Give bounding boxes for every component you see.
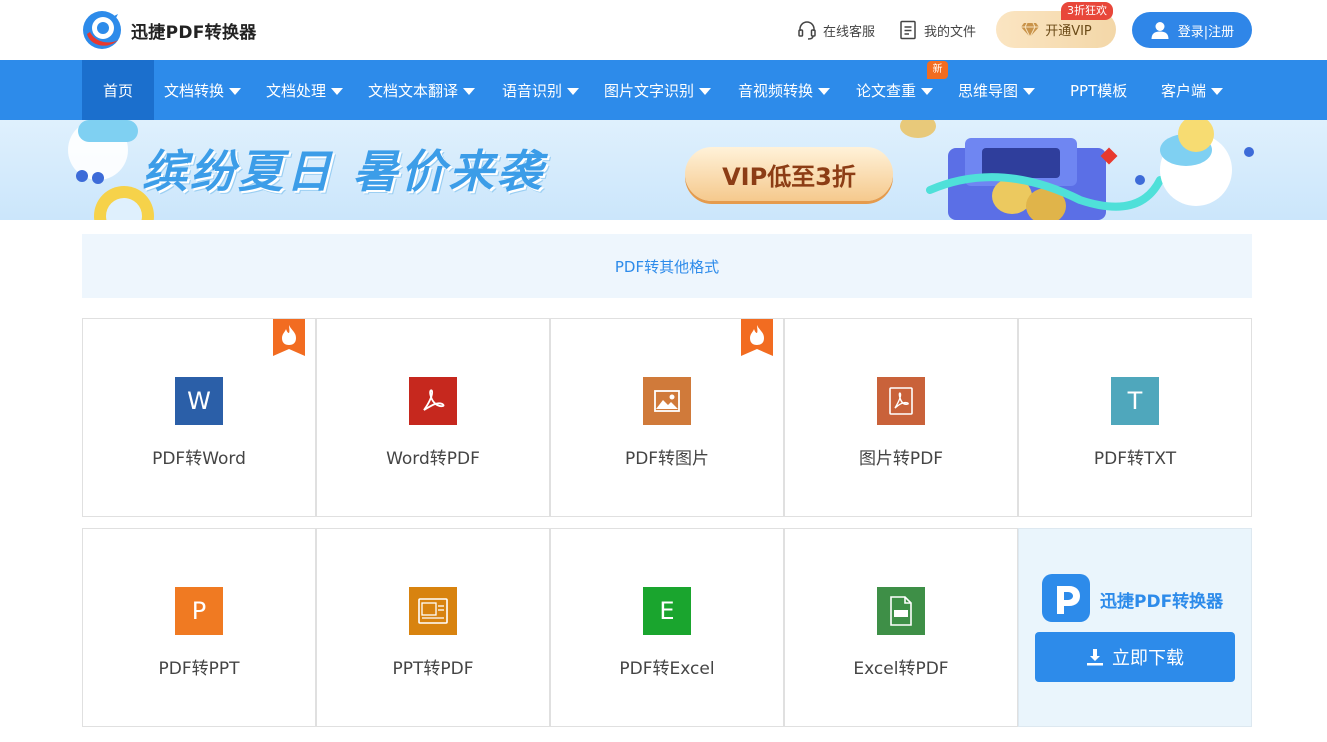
nav-item-mindmap[interactable]: 思维导图	[958, 60, 1036, 120]
download-card: 迅捷PDF转换器 立即下载	[1018, 528, 1252, 727]
promo-banner[interactable]: 缤纷夏日 暑价来袭	[0, 120, 1327, 220]
login-register-button[interactable]: 登录|注册	[1132, 12, 1252, 48]
login-register-label: 登录|注册	[1177, 24, 1235, 40]
vip-promo-badge: 3折狂欢	[1061, 2, 1113, 20]
download-now-label: 立即下载	[1112, 648, 1184, 669]
caret-down-icon	[921, 87, 934, 95]
tool-ppt-to-pdf[interactable]: PPT转PDF	[316, 528, 550, 727]
nav-item-label: 思维导图	[958, 81, 1019, 100]
online-service-label: 在线客服	[823, 24, 876, 40]
nav-item-plagiarism[interactable]: 论文查重	[856, 60, 934, 120]
file-icon	[900, 20, 916, 40]
banner-vip-pill[interactable]: VIP低至3折	[685, 147, 893, 201]
excel-pdf-icon	[877, 587, 925, 635]
hot-flame-icon	[273, 319, 305, 356]
nav-item-client[interactable]: 客户端	[1161, 60, 1224, 120]
tool-label: Word转PDF	[386, 449, 480, 469]
tool-image-to-pdf[interactable]: 图片转PDF	[784, 318, 1018, 517]
word-icon: W	[175, 377, 223, 425]
tool-excel-to-pdf[interactable]: Excel转PDF	[784, 528, 1018, 727]
txt-icon: T	[1111, 377, 1159, 425]
diamond-icon	[1021, 22, 1040, 38]
app-logo-icon	[1042, 574, 1090, 622]
logo-icon	[83, 11, 121, 49]
my-files-label: 我的文件	[924, 24, 977, 40]
top-header: 迅捷PDF转换器 在线客服 我的文件 开通VIP 3折狂欢 登录|注册	[0, 0, 1327, 60]
my-files-link[interactable]: 我的文件	[898, 18, 976, 42]
tool-word-to-pdf[interactable]: Word转PDF	[316, 318, 550, 517]
caret-down-icon	[463, 87, 476, 95]
nav-item-av-convert[interactable]: 音视频转换	[738, 60, 831, 120]
nav-item-doc-process[interactable]: 文档处理	[266, 60, 344, 120]
brand-name: 迅捷PDF转换器	[131, 22, 257, 43]
ppt-icon: P	[175, 587, 223, 635]
site-logo[interactable]: 迅捷PDF转换器	[82, 10, 257, 50]
user-icon	[1151, 22, 1169, 39]
tool-pdf-to-excel[interactable]: E PDF转Excel	[550, 528, 784, 727]
hot-flame-icon	[741, 319, 773, 356]
ppt-pdf-icon	[409, 587, 457, 635]
open-vip-label: 开通VIP	[1045, 24, 1092, 39]
caret-down-icon	[1023, 87, 1036, 95]
caret-down-icon	[229, 87, 242, 95]
download-icon	[1087, 649, 1103, 666]
new-badge: 新	[927, 61, 948, 79]
download-now-button[interactable]: 立即下载	[1035, 632, 1235, 682]
pdf-icon	[877, 377, 925, 425]
caret-down-icon	[567, 87, 580, 95]
image-icon	[643, 377, 691, 425]
tool-label: PDF转Word	[152, 449, 246, 469]
download-app-name: 迅捷PDF转换器	[1100, 592, 1224, 612]
category-title: PDF转其他格式	[614, 257, 720, 276]
caret-down-icon	[331, 87, 344, 95]
tool-pdf-to-ppt[interactable]: P PDF转PPT	[82, 528, 316, 727]
main-nav: 首页 文档转换 文档处理 文档文本翻译 语音识别 图片文字识别 音视频转换 论文…	[0, 60, 1327, 120]
caret-down-icon	[818, 87, 831, 95]
banner-headline: 缤纷夏日 暑价来袭	[142, 145, 545, 198]
nav-item-label: 文档转换	[164, 81, 225, 100]
nav-item-label: 图片文字识别	[604, 81, 695, 100]
tool-label: 图片转PDF	[858, 449, 944, 469]
headset-icon	[798, 21, 816, 40]
nav-item-ocr[interactable]: 图片文字识别	[604, 60, 712, 120]
nav-item-label: 音视频转换	[738, 81, 814, 100]
tool-label: PPT转PDF	[392, 659, 474, 679]
tool-label: Excel转PDF	[853, 659, 949, 679]
nav-item-label: 语音识别	[502, 81, 563, 100]
nav-item-home[interactable]: 首页	[82, 60, 154, 120]
tool-label: PDF转Excel	[619, 659, 715, 679]
pdf-icon	[409, 377, 457, 425]
category-header: PDF转其他格式	[82, 234, 1252, 298]
excel-icon: E	[643, 587, 691, 635]
nav-item-label: 文档处理	[266, 81, 327, 100]
nav-item-label: PPT模板	[1070, 81, 1128, 100]
online-service-link[interactable]: 在线客服	[797, 18, 875, 42]
nav-item-label: 首页	[102, 81, 133, 100]
nav-item-speech[interactable]: 语音识别	[502, 60, 580, 120]
caret-down-icon	[699, 87, 712, 95]
tool-label: PDF转TXT	[1093, 449, 1177, 469]
tool-label: PDF转PPT	[158, 659, 240, 679]
tool-label: PDF转图片	[624, 449, 710, 469]
nav-item-label: 文档文本翻译	[368, 81, 459, 100]
caret-down-icon	[1211, 87, 1224, 95]
nav-item-doc-translate[interactable]: 文档文本翻译	[368, 60, 476, 120]
nav-item-ppt-templates[interactable]: PPT模板	[1070, 60, 1127, 120]
nav-item-doc-convert[interactable]: 文档转换	[164, 60, 242, 120]
nav-item-label: 论文查重	[856, 81, 917, 100]
tool-pdf-to-txt[interactable]: T PDF转TXT	[1018, 318, 1252, 517]
nav-item-label: 客户端	[1161, 81, 1207, 100]
